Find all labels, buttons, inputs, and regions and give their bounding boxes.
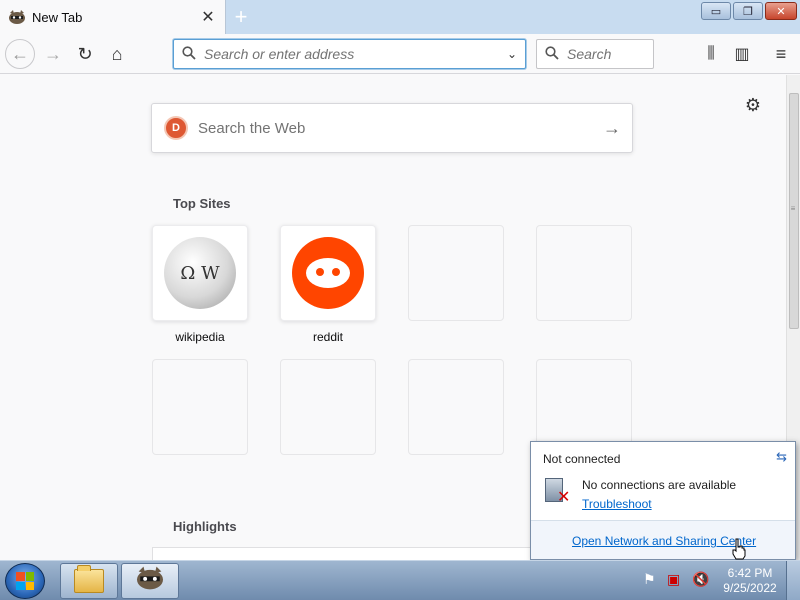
close-tab-icon[interactable]: ✕ [199, 8, 217, 26]
address-bar-placeholder: Search or enter address [204, 46, 355, 62]
top-site-tile-reddit[interactable] [280, 225, 376, 321]
top-site-tile-empty[interactable] [408, 359, 504, 455]
chevron-down-icon[interactable]: ⌄ [499, 47, 525, 61]
sidebar-icon[interactable]: ▥ [728, 39, 756, 69]
search-icon [545, 45, 563, 63]
network-status-popup: Not connected ⇆ ✕ No connections are ava… [530, 441, 796, 560]
home-button[interactable]: ⌂ [102, 39, 132, 69]
network-disconnected-icon: ✕ [541, 476, 575, 508]
start-button[interactable] [5, 563, 45, 599]
top-site-tile-wikipedia[interactable]: Ω W [152, 225, 248, 321]
search-icon [182, 45, 200, 63]
maximize-button[interactable]: ❐ [733, 2, 763, 20]
system-clock[interactable]: 6:42 PM 9/25/2022 [718, 566, 782, 596]
top-site-tile-empty[interactable] [152, 359, 248, 455]
tab-new-tab[interactable]: New Tab ✕ [0, 0, 226, 34]
top-site-label: reddit [312, 330, 344, 344]
raccoon-icon [8, 8, 26, 26]
network-status-header: Not connected [543, 452, 621, 466]
troubleshoot-link[interactable]: Troubleshoot [582, 497, 652, 511]
navigation-toolbar: ← → ↻ ⌂ Search or enter address ⌄ Search… [0, 34, 800, 74]
forward-button[interactable]: → [38, 39, 68, 69]
volume-muted-icon[interactable]: 🔇 [692, 571, 709, 588]
arrow-right-icon[interactable]: → [592, 118, 632, 139]
search-bar-placeholder: Search [567, 46, 612, 62]
top-site-tile-empty[interactable] [280, 359, 376, 455]
reload-button[interactable]: ↻ [70, 39, 100, 69]
library-icon[interactable]: ⫼ [697, 39, 725, 69]
search-bar[interactable]: Search [536, 39, 654, 69]
web-search-placeholder: Search the Web [198, 119, 306, 137]
new-tab-button[interactable]: + [228, 4, 254, 30]
network-message: No connections are available [582, 478, 737, 492]
gear-icon[interactable]: ⚙ [741, 93, 765, 117]
folder-icon [74, 565, 104, 593]
windows-logo-icon [16, 572, 34, 590]
network-tray-icon[interactable]: ▣ [667, 571, 680, 588]
taskbar-explorer[interactable] [60, 563, 118, 599]
refresh-icon[interactable]: ⇆ [776, 449, 787, 465]
raccoon-icon [135, 565, 165, 597]
clock-date: 9/25/2022 [723, 581, 777, 595]
reddit-icon [292, 237, 364, 309]
hand-cursor-icon [731, 538, 747, 560]
web-search-box[interactable]: D Search the Web → [151, 103, 633, 153]
action-center-flag-icon[interactable]: ⚑ [643, 571, 656, 588]
taskbar-browser[interactable] [121, 563, 179, 599]
hamburger-menu-icon[interactable]: ≡ [767, 39, 795, 69]
duckduckgo-icon: D [164, 116, 188, 140]
address-bar[interactable]: Search or enter address ⌄ [173, 39, 526, 69]
highlights-heading: Highlights [173, 519, 237, 534]
top-site-label: wikipedia [175, 330, 225, 344]
minimize-button[interactable]: ▭ [701, 2, 731, 20]
tab-title: New Tab [32, 9, 83, 25]
close-window-button[interactable]: ✕ [765, 2, 797, 20]
show-desktop-button[interactable] [786, 561, 800, 600]
highlight-card[interactable] [152, 547, 592, 560]
clock-time: 6:42 PM [727, 566, 773, 580]
windows-taskbar: ⚑ ▣ 🔇 6:42 PM 9/25/2022 [0, 560, 800, 600]
top-sites-heading: Top Sites [173, 196, 231, 211]
network-popup-footer: Open Network and Sharing Center [531, 520, 795, 559]
top-site-tile-empty[interactable] [408, 225, 504, 321]
wikipedia-icon: Ω W [164, 237, 236, 309]
back-button[interactable]: ← [5, 39, 35, 69]
top-site-tile-empty[interactable] [536, 225, 632, 321]
scrollbar-grip: ≡ [790, 204, 796, 213]
network-sharing-center-link[interactable]: Open Network and Sharing Center [572, 534, 756, 548]
tab-strip: New Tab ✕ + ▭ ❐ ✕ [0, 0, 800, 34]
